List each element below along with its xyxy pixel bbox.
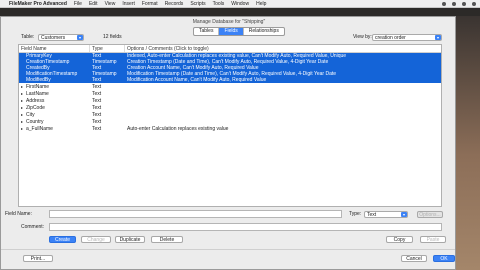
table-row[interactable]: ▸ Address Text [19,98,441,104]
options-button[interactable]: Options... [417,211,443,218]
type-label: Type: [349,211,362,217]
menu-file[interactable]: File [74,1,82,7]
row-options: Auto-enter Calculation replaces existing… [127,126,229,132]
menu-view[interactable]: View [105,1,116,7]
row-type: Text [92,112,102,118]
fields-table[interactable]: Field Name Type Options / Comments (Clic… [18,44,442,207]
desktop-background [456,16,480,270]
row-options [125,98,441,104]
duplicate-button[interactable]: Duplicate [115,236,145,243]
menu-insert[interactable]: Insert [122,1,135,7]
tab-fields[interactable]: Fields [219,28,244,35]
status-icon[interactable] [472,2,476,6]
window-titlebar [0,8,480,16]
menu-help[interactable]: Help [256,1,266,7]
field-count: 12 fields [103,34,122,40]
row-type: Text [92,77,102,83]
divider [1,249,455,250]
comment-label: Comment: [21,224,45,230]
app-menu[interactable]: FileMaker Pro Advanced [9,1,67,7]
row-options [125,105,441,111]
menu-records[interactable]: Records [165,1,184,7]
change-button[interactable]: Change [81,236,111,243]
field-name-label: Field Name: [5,211,32,217]
delete-button[interactable]: Delete [151,236,183,243]
menu-format[interactable]: Format [142,1,158,7]
chevron-down-icon: ▾ [77,35,83,40]
status-icon[interactable] [462,2,466,6]
field-name-input[interactable] [49,210,342,218]
view-by-value: creation order [375,35,406,41]
row-options [125,119,441,125]
column-header-type[interactable]: Type [90,45,125,52]
table-row[interactable]: ▸ Country Text [19,119,441,125]
table-header: Field Name Type Options / Comments (Clic… [19,45,441,53]
create-button[interactable]: Create [49,236,76,243]
table-label: Table: [21,34,35,40]
column-header-field-name[interactable]: Field Name [19,45,90,52]
paste-button[interactable]: Paste [420,236,446,243]
row-field-name: LastName [26,91,49,97]
view-by-label: View by: [353,34,372,40]
column-header-options[interactable]: Options / Comments (Click to toggle) [125,45,441,52]
row-field-name: ModifiedBy [26,77,51,83]
tab-tables[interactable]: Tables [194,28,220,35]
view-by-select[interactable]: creation order ▾ [372,34,442,41]
comment-input[interactable] [49,223,442,231]
row-type: Text [92,91,102,97]
row-options: Modification Account Name, Can't Modify … [127,77,267,83]
table-select[interactable]: Customers ▾ [38,34,84,41]
status-icon[interactable] [452,2,456,6]
row-field-name: ZipCode [26,105,45,111]
cancel-button[interactable]: Cancel [401,255,427,262]
row-field-name: Address [26,98,45,104]
row-options [125,112,441,118]
table-select-value: Customers [41,35,66,41]
status-icons [442,1,476,6]
menu-window[interactable]: Window [231,1,249,7]
row-field-name: FirstName [26,84,50,90]
row-type: Text [92,105,102,111]
row-field-name: Country [26,119,44,125]
row-type: Text [92,84,102,90]
menu-tools[interactable]: Tools [213,1,225,7]
row-options [125,91,441,97]
table-row[interactable]: ▸ City Text [19,112,441,118]
table-row[interactable]: ModifiedBy Text Modification Account Nam… [19,77,441,83]
table-row[interactable]: ▸ LastName Text [19,91,441,97]
ok-button[interactable]: OK [433,255,455,262]
row-type: Text [92,98,102,104]
menu-edit[interactable]: Edit [89,1,98,7]
table-row[interactable]: ▸ ZipCode Text [19,105,441,111]
row-type: Text [92,119,102,125]
type-select[interactable]: Text ▾ [364,211,408,218]
row-field-name: a_FullName [26,126,53,132]
row-options [125,84,441,90]
type-select-value: Text [367,212,377,218]
print-button[interactable]: Print... [23,255,53,262]
chevron-down-icon: ▾ [435,35,441,40]
menu-scripts[interactable]: Scripts [190,1,205,7]
menu-bar: FileMaker Pro Advanced File Edit View In… [0,0,480,8]
tab-bar: Tables Fields Relationships [193,27,285,36]
row-field-name: City [26,112,35,118]
status-icon[interactable] [442,2,446,6]
table-row[interactable]: ▸ a_FullName Text Auto-enter Calculation… [19,126,441,132]
dialog-title: Manage Database for "Shipping" [192,19,266,25]
copy-button[interactable]: Copy [386,236,413,243]
table-row[interactable]: ▸ FirstName Text [19,84,441,90]
tab-relationships[interactable]: Relationships [244,28,284,35]
row-type: Text [92,126,102,132]
chevron-down-icon: ▾ [401,212,407,217]
manage-database-dialog: Manage Database for "Shipping" Tables Fi… [0,16,456,270]
